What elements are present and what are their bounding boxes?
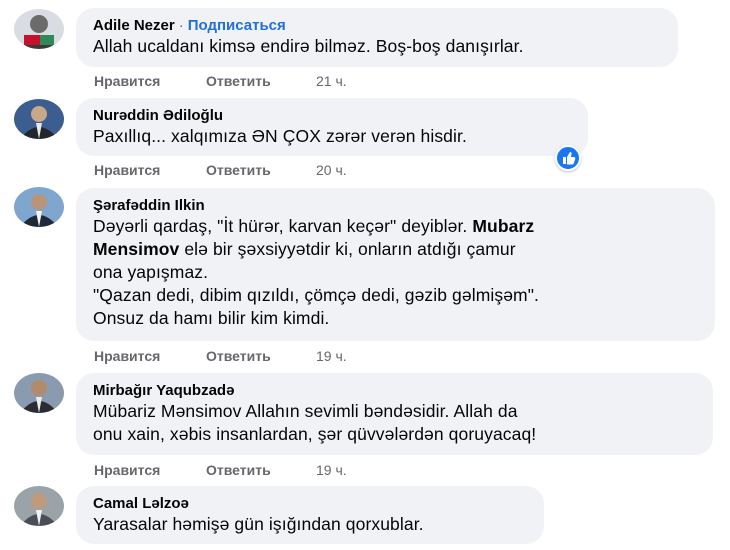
comment-text: Yarasalar həmişə gün işığından qorxublar… xyxy=(93,514,424,534)
comment-actions: Нравится Ответить 20 ч. xyxy=(94,161,347,179)
comment-author[interactable]: Mirbağır Yaqubzadə xyxy=(93,381,699,400)
reply-button[interactable]: Ответить xyxy=(206,161,316,179)
reply-button[interactable]: Ответить xyxy=(206,347,316,365)
like-button[interactable]: Нравится xyxy=(94,161,206,179)
separator-dot: · xyxy=(178,17,184,34)
avatar[interactable] xyxy=(14,373,64,413)
comment-bubble: Nurəddin Ədiloğlu Paxıllıq... xalqımıza … xyxy=(76,98,588,156)
comment-author[interactable]: Şərafəddin Ilkin xyxy=(93,196,701,215)
comment-text-line: Onsuz da hamı bilir kim kimdi. xyxy=(93,308,330,328)
comment-actions: Нравится Ответить 19 ч. xyxy=(94,347,347,365)
reply-button[interactable]: Ответить xyxy=(206,72,316,90)
comment-bubble: Camal Ləlzoə Yarasalar həmişə gün işığın… xyxy=(76,486,544,544)
comment-text-line: Dəyərli qardaş, "İt hürər, karvan keçər"… xyxy=(93,216,468,236)
like-button[interactable]: Нравится xyxy=(94,72,206,90)
comment-author[interactable]: Camal Ləlzoə xyxy=(93,494,530,513)
comment-timestamp[interactable]: 20 ч. xyxy=(316,161,347,179)
subscribe-link[interactable]: Подписаться xyxy=(188,17,286,34)
like-button[interactable]: Нравится xyxy=(94,461,206,479)
comment-text: Mübariz Mənsimov Allahın sevimli bəndəsi… xyxy=(93,400,699,446)
comment-text-line: ona yapışmaz. xyxy=(93,262,209,282)
like-button[interactable]: Нравится xyxy=(94,347,206,365)
comment-timestamp[interactable]: 19 ч. xyxy=(316,347,347,365)
reply-button[interactable]: Ответить xyxy=(206,461,316,479)
mention-mensimov: Mensimov xyxy=(93,239,180,259)
comment-bubble: Şərafəddin Ilkin Dəyərli qardaş, "İt hür… xyxy=(76,188,715,341)
comment-author[interactable]: Nurəddin Ədiloğlu xyxy=(93,106,574,125)
comment-bubble: Mirbağır Yaqubzadə Mübariz Mənsimov Alla… xyxy=(76,373,713,455)
comment-actions: Нравится Ответить 21 ч. xyxy=(94,72,347,90)
comment-author[interactable]: Adile Nezer xyxy=(93,17,175,34)
comment-text: Paxıllıq... xalqımıza ƏN ÇOX zərər verən… xyxy=(93,126,467,146)
mention-mubarz: Mubarz xyxy=(472,216,535,236)
avatar[interactable] xyxy=(14,486,64,526)
comment-text-line: elə bir şəxsiyyətdir ki, onların atdığı … xyxy=(179,239,516,259)
avatar[interactable] xyxy=(14,99,64,139)
avatar[interactable] xyxy=(14,9,64,49)
comment-text-line: onu xain, xəbis insanlardan, şər qüvvələ… xyxy=(93,424,537,444)
comment-timestamp[interactable]: 19 ч. xyxy=(316,461,347,479)
comment-bubble: Adile Nezer · Подписаться Allah ucaldanı k… xyxy=(76,8,678,67)
comment-text: Dəyərli qardaş, "İt hürər, karvan keçər"… xyxy=(93,215,701,330)
comment-actions: Нравится Ответить 19 ч. xyxy=(94,461,347,479)
comment-text-line: "Qazan dedi, dibim qızıldı, çömçə dedi, … xyxy=(93,285,540,305)
comment-author-line: Adile Nezer · Подписаться xyxy=(93,16,664,35)
comment-text-line: Mübariz Mənsimov Allahın sevimli bəndəsi… xyxy=(93,401,518,421)
comment-timestamp[interactable]: 21 ч. xyxy=(316,72,347,90)
avatar[interactable] xyxy=(14,187,64,227)
comment-text: Allah ucaldanı kimsə endirə bilməz. Boş-… xyxy=(93,36,524,56)
like-reaction-icon[interactable] xyxy=(555,145,581,171)
